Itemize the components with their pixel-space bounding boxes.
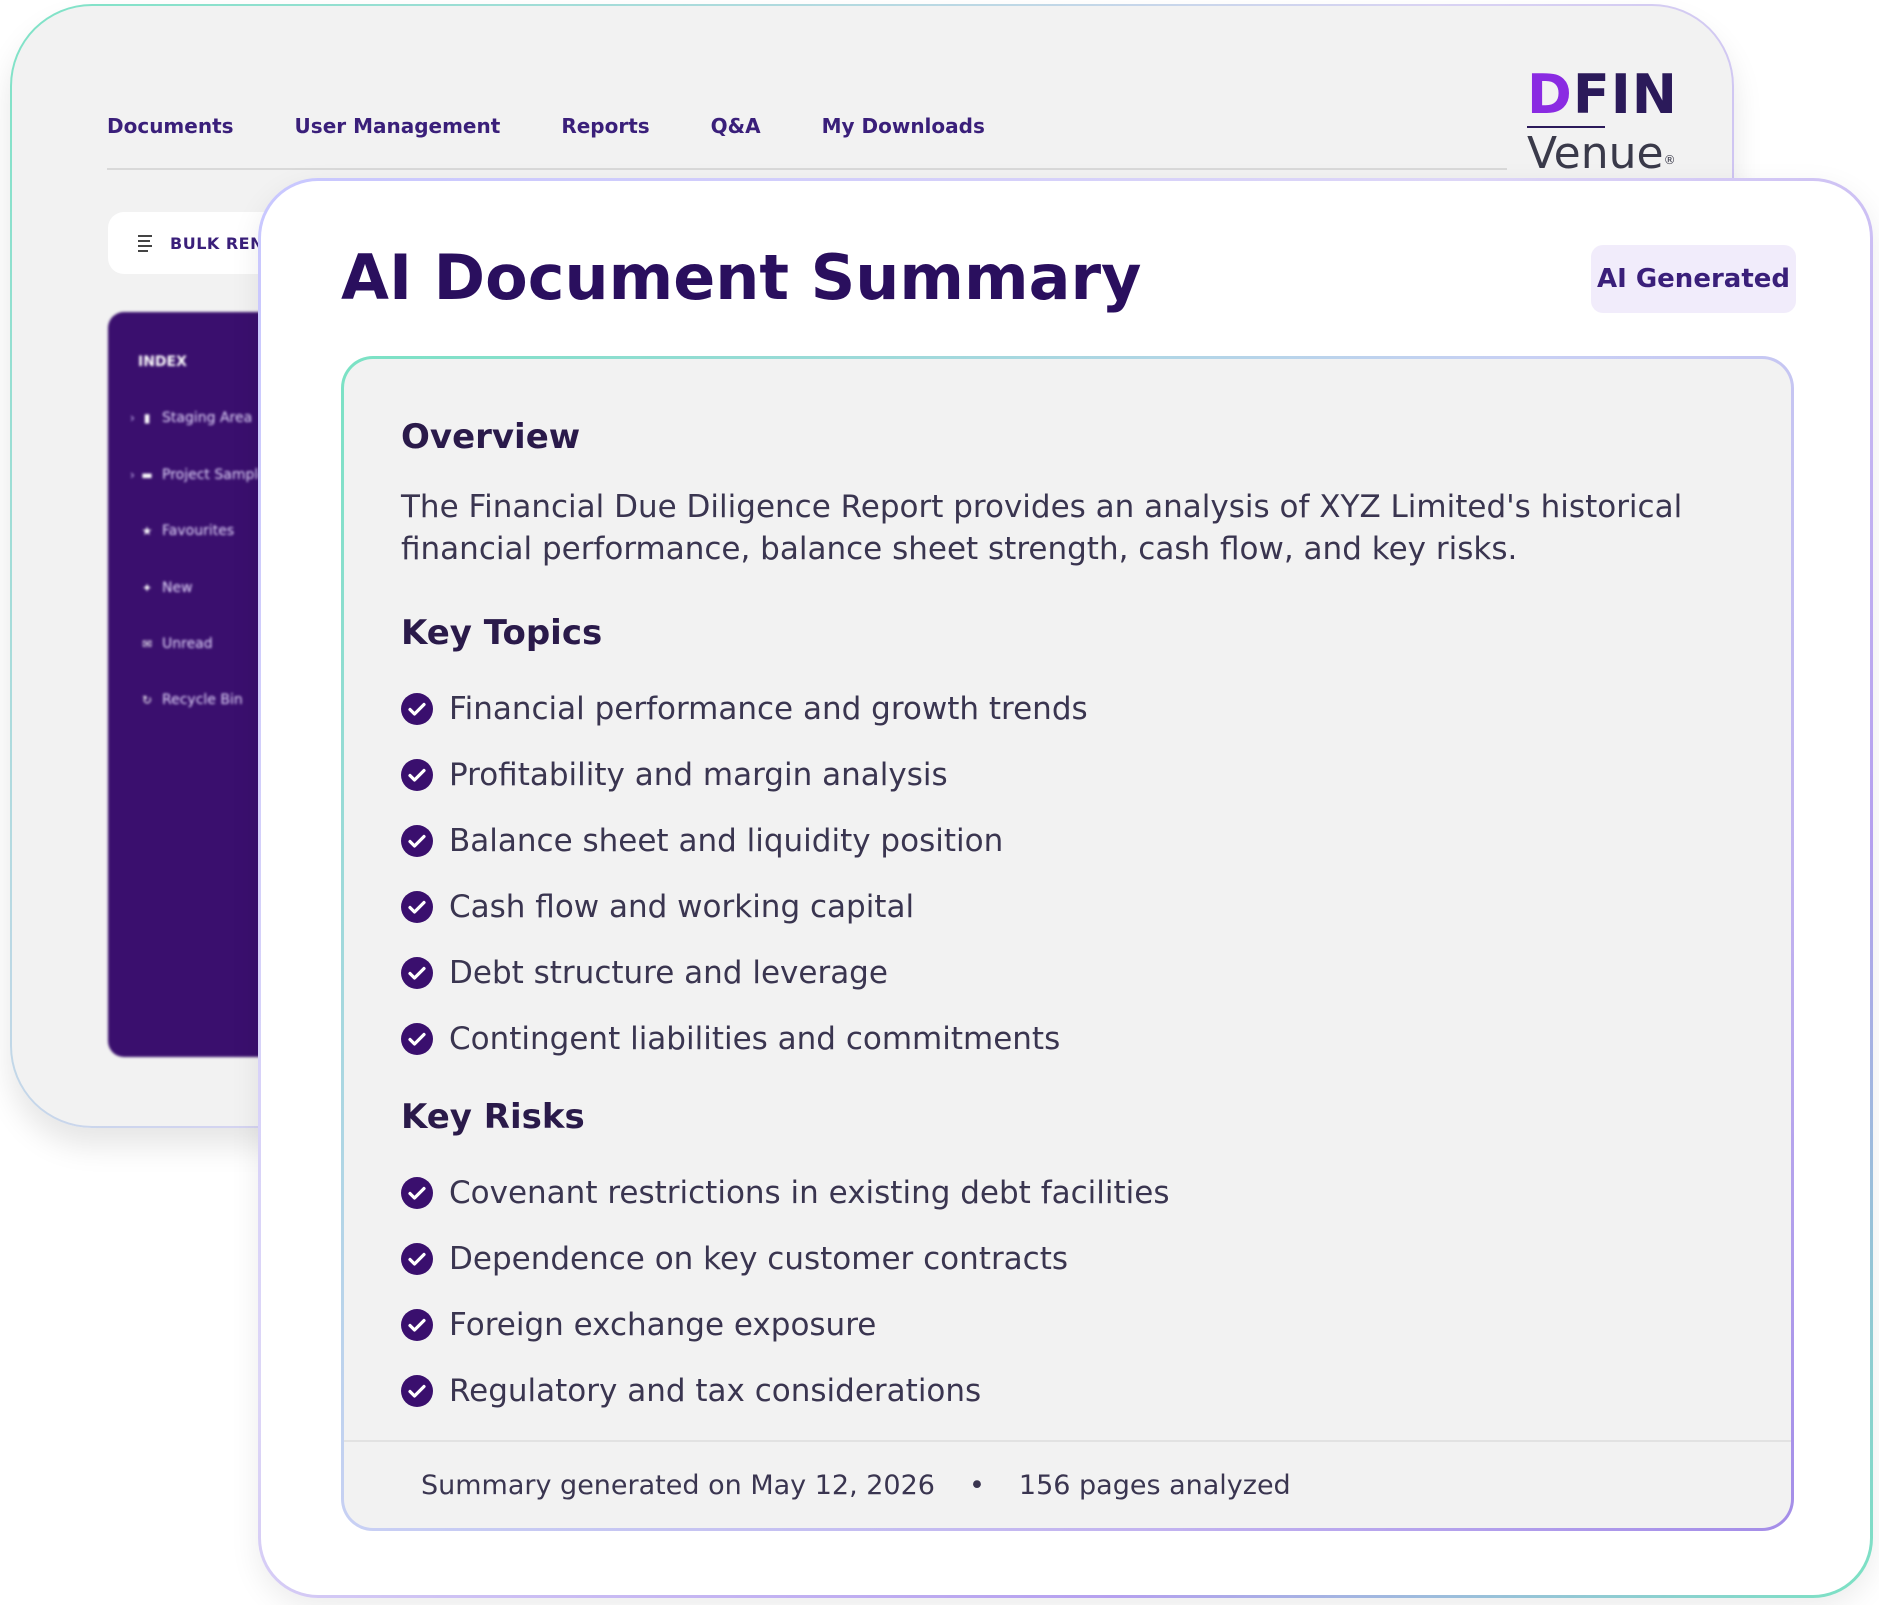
nav-reports[interactable]: Reports (561, 114, 649, 138)
dfin-venue-logo: DFIN Venue® (1527, 68, 1677, 188)
sidebar-item-label: Recycle Bin (162, 692, 243, 708)
list-item-text: Dependence on key customer contracts (449, 1241, 1069, 1277)
sidebar-item-label: Staging Area (162, 410, 253, 426)
check-circle-icon (401, 1309, 433, 1341)
list-item-text: Profitability and margin analysis (449, 757, 948, 793)
list-item-text: Foreign exchange exposure (449, 1307, 877, 1343)
check-circle-icon (401, 1023, 433, 1055)
summary-panel: Overview The Financial Due Diligence Rep… (341, 356, 1794, 1531)
envelope-icon: ✉ (141, 637, 153, 651)
page-title: AI Document Summary (341, 241, 1142, 314)
chevron-right-icon[interactable]: › (130, 468, 140, 482)
sidebar-item-staging-area[interactable]: › ▮ Staging Area (130, 410, 252, 426)
list-item: Financial performance and growth trends (401, 676, 1088, 742)
sidebar-item-favourites[interactable]: ★ Favourites (140, 523, 235, 539)
overview-text: The Financial Due Diligence Report provi… (401, 489, 1683, 567)
nav-my-downloads[interactable]: My Downloads (822, 114, 985, 138)
top-navigation: Documents User Management Reports Q&A My… (107, 114, 1046, 138)
sidebar-item-label: Unread (162, 636, 213, 652)
list-item: Regulatory and tax considerations (401, 1358, 1169, 1424)
sidebar-item-label: Project Sample (162, 467, 267, 483)
sidebar-item-label: New (162, 580, 193, 596)
ai-generated-badge: AI Generated (1591, 245, 1796, 313)
list-item: Balance sheet and liquidity position (401, 808, 1088, 874)
check-circle-icon (401, 1243, 433, 1275)
list-item-text: Regulatory and tax considerations (449, 1373, 982, 1409)
list-item: Contingent liabilities and commitments (401, 1006, 1088, 1072)
list-item-text: Contingent liabilities and commitments (449, 1021, 1061, 1057)
list-item: Debt structure and leverage (401, 940, 1088, 1006)
list-item: Covenant restrictions in existing debt f… (401, 1160, 1169, 1226)
key-topics-list: Financial performance and growth trends … (401, 676, 1088, 1072)
list-item: Dependence on key customer contracts (401, 1226, 1169, 1292)
sidebar-item-new[interactable]: ✦ New (140, 580, 193, 596)
list-item: Foreign exchange exposure (401, 1292, 1169, 1358)
sidebar-item-project-sample[interactable]: › ▬ Project Sample (130, 467, 267, 483)
generated-date: Summary generated on May 12, 2026 (421, 1469, 935, 1501)
check-circle-icon (401, 825, 433, 857)
list-item-text: Cash flow and working capital (449, 889, 915, 925)
nav-documents[interactable]: Documents (107, 114, 234, 138)
chevron-right-icon[interactable]: › (130, 411, 140, 425)
footer-separator: • (968, 1469, 985, 1501)
list-item: Profitability and margin analysis (401, 742, 1088, 808)
list-item-text: Balance sheet and liquidity position (449, 823, 1004, 859)
check-circle-icon (401, 1177, 433, 1209)
check-circle-icon (401, 957, 433, 989)
index-heading: INDEX (138, 354, 187, 370)
summary-panel-body: Overview The Financial Due Diligence Rep… (344, 359, 1791, 1528)
sidebar-item-label: Favourites (162, 523, 235, 539)
nav-qa[interactable]: Q&A (711, 114, 761, 138)
check-circle-icon (401, 759, 433, 791)
overview-heading: Overview (401, 417, 581, 457)
ai-summary-card: AI Document Summary AI Generated Overvie… (258, 178, 1873, 1598)
list-icon (138, 235, 158, 252)
file-icon: ▮ (143, 411, 151, 425)
sidebar-item-recycle-bin[interactable]: ↻ Recycle Bin (140, 692, 243, 708)
list-item-text: Covenant restrictions in existing debt f… (449, 1175, 1170, 1211)
check-circle-icon (401, 891, 433, 923)
pages-analyzed: 156 pages analyzed (1018, 1469, 1291, 1501)
list-item: Cash flow and working capital (401, 874, 1088, 940)
nav-divider (107, 168, 1507, 170)
folder-icon: ▬ (141, 468, 153, 482)
check-circle-icon (401, 693, 433, 725)
logo-product: Venue® (1527, 128, 1676, 179)
key-topics-heading: Key Topics (401, 613, 603, 653)
recycle-icon: ↻ (141, 693, 153, 707)
star-icon: ★ (141, 524, 153, 538)
ai-summary-card-body: AI Document Summary AI Generated Overvie… (261, 181, 1870, 1595)
nav-user-management[interactable]: User Management (295, 114, 501, 138)
list-item-text: Debt structure and leverage (449, 955, 888, 991)
check-circle-icon (401, 1375, 433, 1407)
summary-footer: Summary generated on May 12, 2026 • 156 … (344, 1440, 1791, 1528)
sidebar-item-unread[interactable]: ✉ Unread (140, 636, 213, 652)
list-item-text: Financial performance and growth trends (449, 691, 1088, 727)
key-risks-list: Covenant restrictions in existing debt f… (401, 1160, 1169, 1424)
key-risks-heading: Key Risks (401, 1097, 585, 1137)
logo-brand: DFIN (1527, 63, 1679, 126)
new-icon: ✦ (141, 581, 153, 595)
